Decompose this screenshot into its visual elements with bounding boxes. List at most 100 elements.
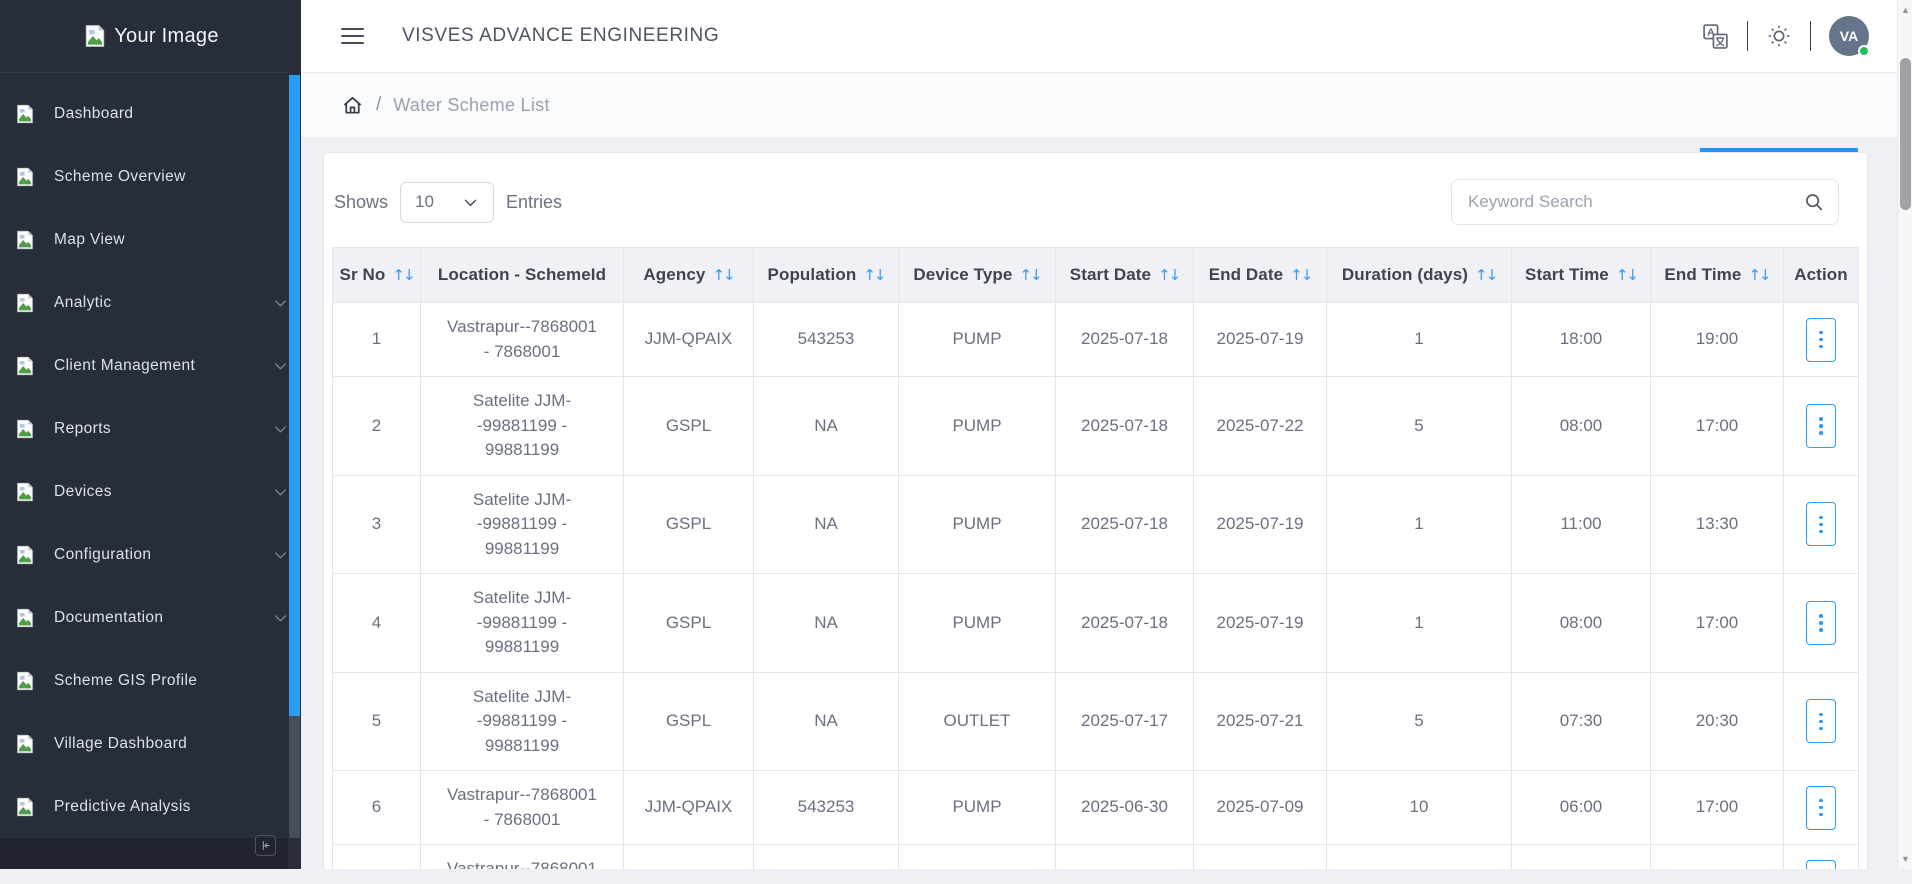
row-actions-button[interactable]: [1806, 318, 1836, 362]
cell-population: NA: [754, 574, 899, 673]
sidebar-item-label: Devices: [54, 483, 112, 501]
avatar-initials: VA: [1840, 28, 1858, 44]
column-header-start_date[interactable]: Start Date ↑↓: [1056, 248, 1194, 303]
sidebar-item-map-view[interactable]: Map View: [0, 208, 301, 271]
column-label: Population: [768, 265, 857, 284]
cell-end_time: 13:30: [1651, 475, 1784, 574]
row-actions-button[interactable]: [1806, 786, 1836, 830]
sidebar: Your Image DashboardScheme OverviewMap V…: [0, 0, 301, 869]
sort-icon[interactable]: ↑↓: [1475, 266, 1496, 284]
cell-agency: GSPL: [624, 475, 754, 574]
collapse-arrow-icon: [259, 839, 272, 852]
cell-end_date: 2025-07-19: [1194, 475, 1327, 574]
page-scrollbar[interactable]: ▲ ▼: [1897, 0, 1912, 869]
column-label: Duration (days): [1342, 265, 1468, 284]
sort-icon[interactable]: ↑↓: [1019, 266, 1040, 284]
cell-location: Satelite JJM--99881199 - 99881199: [421, 672, 624, 771]
column-header-end_time[interactable]: End Time↑↓: [1651, 248, 1784, 303]
sort-icon[interactable]: ↑↓: [1748, 266, 1769, 284]
cell-duration: 1: [1327, 475, 1512, 574]
kebab-icon: [1819, 516, 1823, 520]
column-header-end_date[interactable]: End Date ↑↓: [1194, 248, 1327, 303]
row-actions-button[interactable]: [1806, 404, 1836, 448]
sidebar-item-label: Reports: [54, 420, 111, 438]
cell-sr: 6: [333, 771, 421, 845]
column-header-duration[interactable]: Duration (days) ↑↓: [1327, 248, 1512, 303]
sidebar-item-analytic[interactable]: Analytic: [0, 271, 301, 334]
chevron-down-icon: [272, 357, 289, 374]
cell-duration: [1327, 845, 1512, 870]
sidebar-item-predictive-analysis[interactable]: Predictive Analysis: [0, 775, 301, 838]
broken-image-icon: [14, 733, 36, 755]
sidebar-scrollbar-thumb[interactable]: [289, 75, 300, 716]
scroll-down-button[interactable]: ▼: [1898, 851, 1912, 867]
breadcrumb-separator: /: [376, 94, 381, 116]
sidebar-item-village-dashboard[interactable]: Village Dashboard: [0, 712, 301, 775]
chevron-down-icon: [272, 420, 289, 437]
home-icon[interactable]: [341, 94, 364, 117]
cell-duration: 5: [1327, 377, 1512, 476]
page-size-select[interactable]: 10: [400, 182, 494, 223]
column-header-action: Action: [1784, 248, 1859, 303]
cell-agency: GSPL: [624, 377, 754, 476]
chevron-down-icon: [272, 609, 289, 626]
row-actions-button[interactable]: [1806, 860, 1836, 870]
column-header-device[interactable]: Device Type↑↓: [899, 248, 1056, 303]
sort-icon[interactable]: ↑↓: [1158, 266, 1179, 284]
cell-device: PUMP: [899, 771, 1056, 845]
column-label: Start Date: [1070, 265, 1151, 284]
table-row: 4Satelite JJM--99881199 - 99881199GSPLNA…: [333, 574, 1859, 673]
column-label: End Date: [1209, 265, 1283, 284]
cell-agency: JJM-QPAIX: [624, 771, 754, 845]
column-header-agency[interactable]: Agency↑↓: [624, 248, 754, 303]
cell-start_date: [1056, 845, 1194, 870]
column-header-sr[interactable]: Sr No↑↓: [333, 248, 421, 303]
hamburger-menu-icon[interactable]: [341, 28, 364, 44]
column-header-start_time[interactable]: Start Time↑↓: [1512, 248, 1651, 303]
cell-population: NA: [754, 672, 899, 771]
sort-icon[interactable]: ↑↓: [863, 266, 884, 284]
sort-icon[interactable]: ↑↓: [712, 266, 733, 284]
column-header-population[interactable]: Population ↑↓: [754, 248, 899, 303]
cell-start_time: 08:00: [1512, 377, 1651, 476]
cell-start_time: 11:00: [1512, 475, 1651, 574]
collapse-sidebar-button[interactable]: [255, 835, 276, 856]
sidebar-item-scheme-gis-profile[interactable]: Scheme GIS Profile: [0, 649, 301, 712]
sidebar-item-configuration[interactable]: Configuration: [0, 523, 301, 586]
cell-action: [1784, 771, 1859, 845]
table-row: 5Satelite JJM--99881199 - 99881199GSPLNA…: [333, 672, 1859, 771]
sidebar-item-documentation[interactable]: Documentation: [0, 586, 301, 649]
sort-icon[interactable]: ↑↓: [1616, 266, 1637, 284]
page-size-value: 10: [415, 192, 434, 212]
sidebar-item-devices[interactable]: Devices: [0, 460, 301, 523]
sidebar-item-scheme-overview[interactable]: Scheme Overview: [0, 145, 301, 208]
broken-image-icon: [14, 544, 36, 566]
scroll-up-button[interactable]: ▲: [1898, 2, 1912, 18]
search-icon[interactable]: [1803, 191, 1825, 213]
sidebar-item-reports[interactable]: Reports: [0, 397, 301, 460]
row-actions-button[interactable]: [1806, 699, 1836, 743]
sort-icon[interactable]: ↑↓: [392, 266, 413, 284]
sidebar-item-client-management[interactable]: Client Management: [0, 334, 301, 397]
language-translate-button[interactable]: A: [1702, 23, 1729, 50]
cell-location: Satelite JJM--99881199 - 99881199: [421, 377, 624, 476]
sidebar-item-dashboard[interactable]: Dashboard: [0, 82, 301, 145]
sidebar-scrollbar[interactable]: [288, 0, 301, 869]
broken-image-icon: [14, 670, 36, 692]
cell-duration: 1: [1327, 303, 1512, 377]
sidebar-logo[interactable]: Your Image: [0, 0, 301, 73]
theme-toggle-button[interactable]: [1766, 23, 1792, 49]
keyword-search-input[interactable]: [1451, 179, 1839, 225]
page-scrollbar-thumb[interactable]: [1900, 58, 1911, 210]
cell-location: Vastrapur--7868001 - 7868001: [421, 845, 624, 870]
sidebar-item-label: Documentation: [54, 609, 163, 627]
row-actions-button[interactable]: [1806, 502, 1836, 546]
sidebar-item-label: Client Management: [54, 357, 195, 375]
user-avatar[interactable]: VA: [1829, 16, 1869, 56]
sidebar-item-label: Analytic: [54, 294, 111, 312]
breadcrumb: / Water Scheme List: [301, 73, 1897, 137]
row-actions-button[interactable]: [1806, 601, 1836, 645]
sort-icon[interactable]: ↑↓: [1290, 266, 1311, 284]
broken-image-icon: [82, 23, 108, 49]
sidebar-scrollbar-track: [289, 716, 300, 838]
